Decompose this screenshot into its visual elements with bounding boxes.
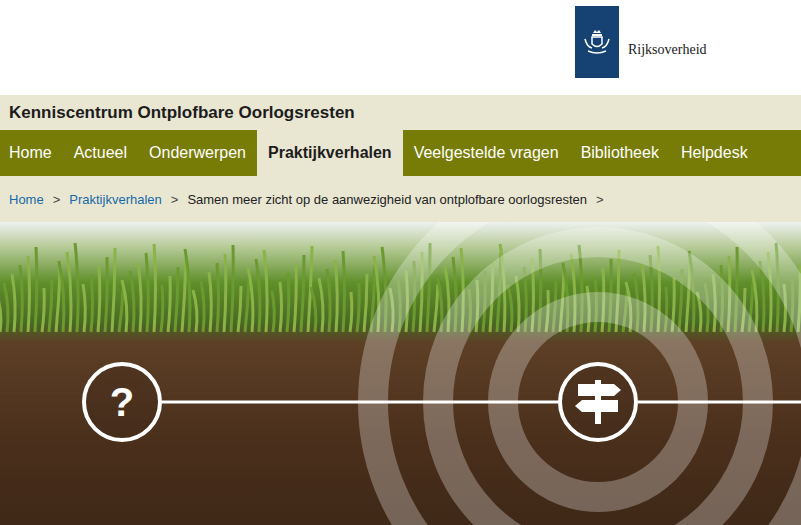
breadcrumb-link[interactable]: Home xyxy=(9,192,44,207)
nav-item[interactable]: Onderwerpen xyxy=(138,130,257,176)
site-title[interactable]: Kenniscentrum Ontplofbare Oorlogsresten xyxy=(9,103,355,123)
nav-item[interactable]: Bibliotheek xyxy=(570,130,670,176)
hero-image: ? xyxy=(0,222,801,525)
nav-label[interactable]: Praktijkverhalen xyxy=(268,144,392,162)
question-mark: ? xyxy=(110,380,134,424)
nav-label[interactable]: Bibliotheek xyxy=(581,144,659,162)
nav-label[interactable]: Home xyxy=(9,144,52,162)
nav-label[interactable]: Veelgestelde vragen xyxy=(414,144,559,162)
breadcrumb-separator: > xyxy=(171,192,179,207)
breadcrumb-separator: > xyxy=(53,192,61,207)
rijksoverheid-logo[interactable]: Rijksoverheid xyxy=(575,6,707,78)
nav-label[interactable]: Actueel xyxy=(74,144,127,162)
nav-item[interactable]: Veelgestelde vragen xyxy=(403,130,570,176)
nav-item[interactable]: Actueel xyxy=(63,130,138,176)
breadcrumb-current: Samen meer zicht op de aanwezigheid van … xyxy=(187,192,587,207)
site-header: Rijksoverheid xyxy=(0,0,801,95)
question-icon: ? xyxy=(84,364,160,440)
nav-label[interactable]: Onderwerpen xyxy=(149,144,246,162)
breadcrumb-link[interactable]: Praktijkverhalen xyxy=(69,192,162,207)
breadcrumb: Home > Praktijkverhalen > Samen meer zicht o… xyxy=(0,176,801,222)
crest-icon xyxy=(575,6,619,78)
logo-text: Rijksoverheid xyxy=(628,42,707,58)
nav-item[interactable]: Home xyxy=(0,130,63,176)
breadcrumb-separator: > xyxy=(596,192,604,207)
main-navigation: Home Actueel Onderwerpen Praktijkverhalen Ve… xyxy=(0,130,801,176)
signpost-icon xyxy=(560,364,636,440)
nav-item[interactable]: Helpdesk xyxy=(670,130,759,176)
site-title-bar: Kenniscentrum Ontplofbare Oorlogsresten xyxy=(0,95,801,130)
nav-item[interactable]: Praktijkverhalen xyxy=(257,130,403,176)
rings-graphic xyxy=(373,222,801,525)
nav-label[interactable]: Helpdesk xyxy=(681,144,748,162)
